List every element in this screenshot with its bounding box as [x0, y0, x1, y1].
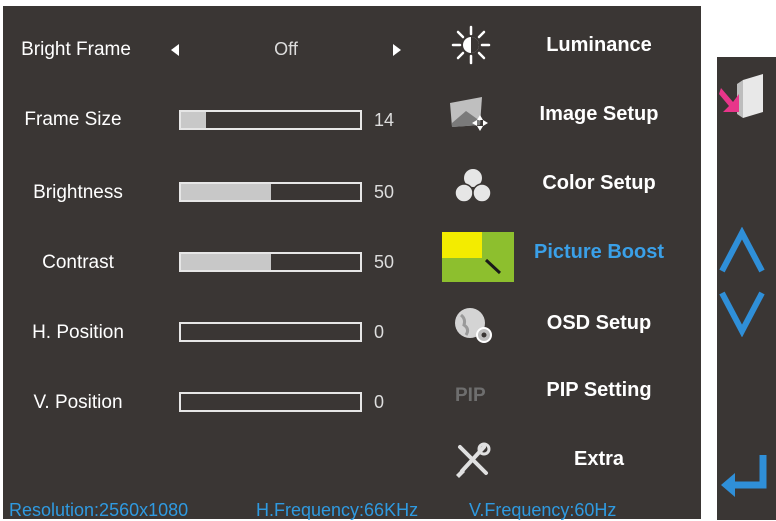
menu-item-picture-boost[interactable]: Picture Boost: [524, 241, 674, 264]
up-arrow-icon[interactable]: [717, 227, 776, 277]
menu-item-color-setup[interactable]: Color Setup: [524, 172, 674, 195]
v-position-value: 0: [374, 392, 385, 412]
side-nav-panel: [717, 57, 776, 520]
image-setup-icon[interactable]: [446, 93, 492, 133]
status-h-frequency: H.Frequency:66KHz: [256, 500, 419, 520]
bright-frame-value: Off: [274, 39, 298, 59]
sun-icon[interactable]: [451, 25, 491, 65]
frame-size-value: 14: [374, 110, 395, 130]
exit-icon[interactable]: [717, 72, 776, 122]
slider-fill: [181, 112, 207, 128]
h-position-value: 0: [374, 322, 385, 342]
menu-item-osd-setup[interactable]: OSD Setup: [524, 312, 674, 335]
h-position-slider[interactable]: [179, 322, 362, 342]
picture-boost-icon[interactable]: [442, 232, 514, 282]
selector-right-arrow-icon[interactable]: [393, 44, 401, 56]
setting-label-v-position: V. Position: [33, 392, 123, 413]
status-v-frequency: V.Frequency:60Hz: [469, 500, 617, 520]
v-position-slider[interactable]: [179, 392, 362, 412]
contrast-value: 50: [374, 252, 395, 272]
selector-left-arrow-icon[interactable]: [171, 44, 179, 56]
setting-label-contrast: Contrast: [42, 252, 114, 273]
setting-label-brightness: Brightness: [33, 182, 123, 203]
slider-fill: [181, 184, 271, 200]
setting-label-bright-frame: Bright Frame: [21, 39, 131, 60]
setting-label-h-position: H. Position: [32, 322, 124, 343]
status-resolution: Resolution:2560x1080: [9, 500, 189, 520]
down-arrow-icon[interactable]: [717, 287, 776, 337]
contrast-slider[interactable]: [179, 252, 362, 272]
brightness-value: 50: [374, 182, 395, 202]
tools-icon[interactable]: [452, 441, 492, 481]
menu-item-pip-setting[interactable]: PIP Setting: [524, 379, 674, 402]
menu-item-extra[interactable]: Extra: [524, 448, 674, 471]
osd-gear-icon[interactable]: [452, 305, 496, 345]
menu-item-image-setup[interactable]: Image Setup: [524, 103, 674, 126]
osd-panel: Bright Frame Off Frame Size 14 Brightnes…: [3, 6, 701, 520]
slider-fill: [181, 254, 271, 270]
enter-icon[interactable]: [717, 451, 776, 501]
setting-label-frame-size: Frame Size: [24, 109, 122, 130]
frame-size-slider[interactable]: [179, 110, 362, 130]
menu-item-luminance[interactable]: Luminance: [524, 34, 674, 57]
pip-icon[interactable]: PIP: [455, 385, 486, 407]
color-circles-icon[interactable]: [453, 166, 493, 206]
brightness-slider[interactable]: [179, 182, 362, 202]
